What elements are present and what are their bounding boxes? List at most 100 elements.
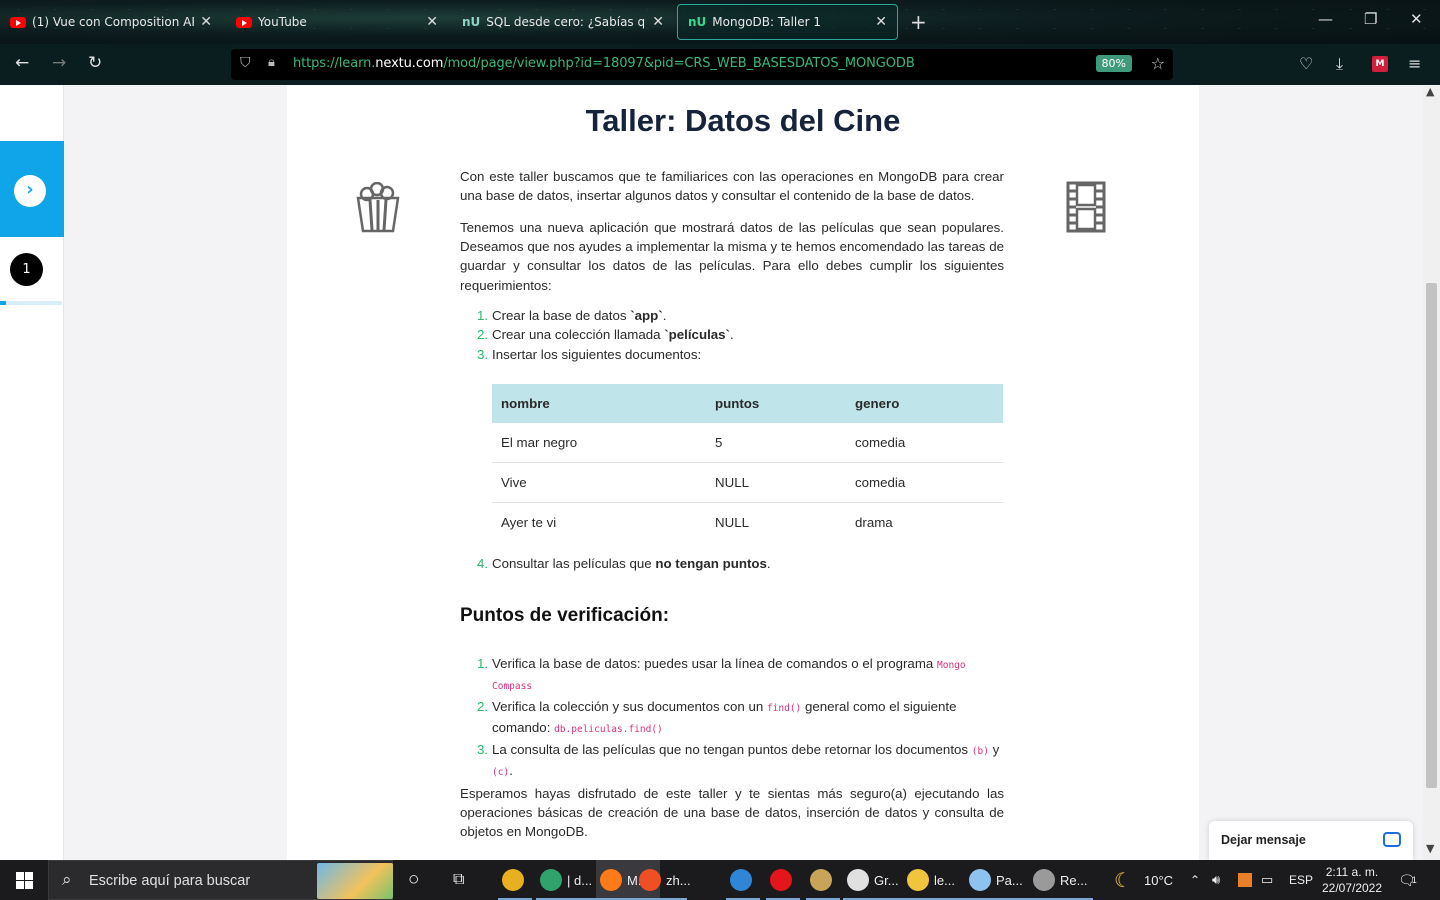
- notifications-icon[interactable]: 🗨︎ 1: [1398, 860, 1417, 900]
- close-tab-icon[interactable]: ✕: [200, 14, 212, 30]
- taskbar-app-label: le...: [934, 872, 955, 888]
- back-icon[interactable]: ←: [15, 53, 29, 73]
- req-2-text: Crear una colección llamada: [492, 327, 665, 343]
- req-3-text: Insertar los siguientes documentos:: [492, 346, 702, 362]
- volume-icon[interactable]: 🔊︎: [1212, 860, 1220, 900]
- page-viewport: › 1 Taller: Datos del Cine Con este tall…: [0, 85, 1440, 860]
- taskbar-app-edge[interactable]: | d...: [536, 860, 600, 900]
- taskbar-app-label: Re...: [1060, 872, 1088, 888]
- list-item: 3. Insertar los siguientes documentos:: [477, 346, 702, 362]
- brave-icon: [639, 869, 661, 891]
- url-path: /mod/page/view.php?id=18097&pid=CRS_WEB_…: [443, 56, 915, 71]
- close-tab-icon[interactable]: ✕: [652, 14, 664, 30]
- address-bar[interactable]: ⛉ 🔒︎ https://learn.nextu.com/mod/page/vi…: [231, 49, 1173, 80]
- nextu-icon: nU: [688, 15, 707, 29]
- windows-start-icon[interactable]: [16, 872, 33, 889]
- weather-moon-icon[interactable]: ☾: [1114, 860, 1132, 900]
- firefox-icon: [600, 869, 622, 891]
- check-2-text: Verifica la colección y sus documentos c…: [492, 698, 767, 714]
- taskbar-app-label: | d...: [567, 872, 593, 888]
- taskbar-app-opera[interactable]: [766, 860, 800, 900]
- bookmark-star-icon[interactable]: ☆: [1151, 54, 1165, 73]
- close-tab-icon[interactable]: ✕: [426, 14, 438, 30]
- page-scrollbar[interactable]: ▲ ▼: [1423, 85, 1440, 860]
- cortana-icon[interactable]: ○: [408, 860, 419, 900]
- list-item: 1. Crear la base de datos `app`.: [477, 308, 667, 323]
- taskbar-app-vscode[interactable]: [726, 860, 760, 900]
- tab-mongodb-taller[interactable]: nU MongoDB: Taller 1 ✕: [677, 4, 898, 40]
- zoom-badge[interactable]: 80%: [1095, 55, 1132, 72]
- network-icon[interactable]: ▭: [1261, 860, 1273, 900]
- taskbar-app-chrome[interactable]: [498, 860, 532, 900]
- req-2-post: .: [729, 327, 734, 343]
- clock-date: 22/07/2022: [1321, 881, 1383, 895]
- scroll-down-icon[interactable]: ▼: [1426, 842, 1434, 855]
- tab-vue-composition[interactable]: (1) Vue con Composition API y ✕: [0, 4, 222, 40]
- reload-icon[interactable]: ↻: [88, 53, 102, 73]
- terminal-icon: [1033, 869, 1055, 891]
- close-window-icon[interactable]: ✕: [1410, 10, 1423, 28]
- check-3-mid: y: [988, 741, 1000, 757]
- language-indicator[interactable]: ESP: [1289, 860, 1313, 900]
- tab-title: (1) Vue con Composition API y: [32, 15, 194, 29]
- check-3-text: La consulta de las películas que no teng…: [492, 741, 972, 757]
- taskbar-app-media[interactable]: Gr...: [843, 860, 907, 900]
- scroll-up-icon[interactable]: ▲: [1426, 85, 1434, 98]
- table-cell: comedia: [846, 423, 1003, 463]
- req-4-post: .: [766, 556, 771, 571]
- shield-icon[interactable]: ⛉: [240, 55, 251, 71]
- search-icon: ⌕: [62, 870, 72, 890]
- table-cell: NULL: [706, 462, 846, 503]
- chat-widget[interactable]: Dejar mensaje: [1209, 821, 1413, 860]
- paint-icon: [969, 869, 991, 891]
- url-host: https://learn.: [293, 56, 376, 71]
- chat-label: Dejar mensaje: [1221, 833, 1306, 847]
- menu-icon[interactable]: ≡: [1408, 54, 1421, 73]
- column-header: genero: [846, 384, 1003, 423]
- taskbar-app-folder[interactable]: le...: [903, 860, 967, 900]
- lock-icon[interactable]: 🔒︎: [268, 55, 275, 70]
- chat-bubble-icon: [1383, 832, 1401, 847]
- scroll-thumb[interactable]: [1426, 283, 1437, 788]
- taskbar-app-terminal[interactable]: Re...: [1029, 860, 1093, 900]
- extension-icon[interactable]: M: [1372, 56, 1388, 72]
- taskbar-app-label: Gr...: [874, 872, 899, 888]
- new-tab-icon[interactable]: +: [910, 10, 927, 34]
- table-cell: comedia: [846, 462, 1003, 503]
- sidebar-toggle-button[interactable]: ›: [0, 141, 64, 237]
- download-icon[interactable]: ⤓: [1336, 54, 1343, 74]
- taskbar-app-league[interactable]: [806, 860, 840, 900]
- table-cell: Vive: [492, 462, 706, 503]
- taskbar-search-box[interactable]: ⌕ Escribe aquí para buscar: [48, 860, 393, 900]
- course-sidebar: › 1: [0, 85, 64, 860]
- page-content: Taller: Datos del Cine Con este taller b…: [287, 85, 1199, 860]
- weather-temp[interactable]: 10°C: [1144, 860, 1173, 900]
- forward-icon[interactable]: →: [52, 53, 66, 73]
- film-strip-icon: [1066, 181, 1106, 233]
- browser-nav-bar: ← → ↻ ⛉ 🔒︎ https://learn.nextu.com/mod/p…: [0, 44, 1440, 85]
- nextu-icon: nU: [462, 15, 481, 29]
- list-item: 3. La consulta de las películas que no te…: [477, 741, 1000, 779]
- tab-sql-desde-cero[interactable]: nU SQL desde cero: ¿Sabías que? ✕: [452, 4, 674, 40]
- req-4-text: Consultar las películas que: [492, 556, 656, 571]
- pocket-icon[interactable]: ♡: [1299, 54, 1313, 73]
- table-cell: drama: [855, 514, 893, 530]
- tray-app-icon[interactable]: [1238, 860, 1252, 900]
- requirements-list: 1. Crear la base de datos `app`. 2. Crear …: [460, 306, 1004, 364]
- taskbar-app-paint[interactable]: Pa...: [965, 860, 1029, 900]
- sidebar-progress-fill: [0, 301, 7, 305]
- close-tab-icon[interactable]: ✕: [875, 14, 887, 30]
- step-badge[interactable]: 1: [10, 253, 43, 286]
- tab-youtube[interactable]: YouTube ✕: [226, 4, 448, 40]
- check-3-code-b: (b): [971, 745, 989, 757]
- restore-icon[interactable]: ❐: [1364, 10, 1377, 28]
- check-3-code-c: (c): [492, 767, 510, 779]
- tray-chevron-up-icon[interactable]: ⌃: [1190, 860, 1200, 900]
- url-domain: nextu.com: [375, 56, 444, 71]
- minimize-icon[interactable]: —: [1318, 10, 1333, 28]
- taskbar-app-brave[interactable]: zh...: [635, 860, 691, 900]
- url-text[interactable]: https://learn.nextu.com/mod/page/view.ph…: [293, 56, 915, 71]
- taskbar-clock[interactable]: 2:11 a. m. 22/07/2022: [1316, 864, 1388, 896]
- task-view-icon[interactable]: ⧉: [453, 860, 464, 900]
- req-1-post: .: [662, 308, 667, 323]
